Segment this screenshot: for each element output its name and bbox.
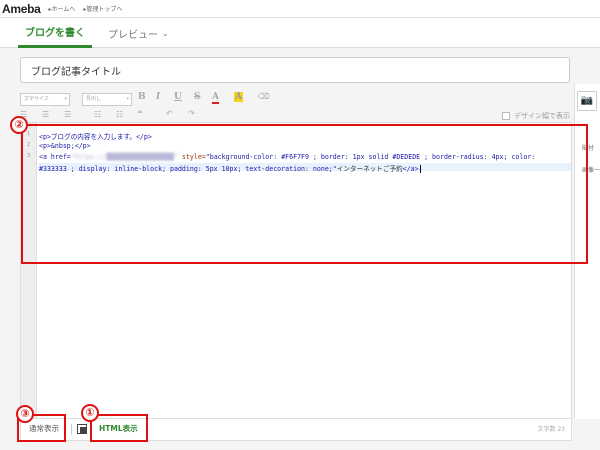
quote-icon[interactable]: ❝ bbox=[138, 109, 143, 118]
annotation-number-1: ① bbox=[81, 404, 99, 422]
char-count: 文字数 23 bbox=[537, 426, 565, 433]
chevron-down-icon: ▾ bbox=[64, 96, 67, 102]
underline-button[interactable]: U bbox=[174, 92, 182, 102]
font-size-select[interactable]: 文字サイズ ▾ bbox=[20, 93, 70, 106]
tab-preview[interactable]: プレビュー ⌄ bbox=[108, 18, 169, 48]
undo-icon[interactable]: ↶ bbox=[166, 109, 173, 118]
clear-format-icon[interactable]: ⌫ bbox=[258, 92, 269, 101]
tab-write-blog[interactable]: ブログを書く bbox=[18, 18, 92, 48]
bg-color-button[interactable]: A bbox=[234, 92, 243, 102]
strikethrough-button[interactable]: S bbox=[194, 92, 201, 102]
toggle-mode-icon[interactable] bbox=[77, 424, 87, 434]
ameba-logo[interactable]: Ameba bbox=[2, 2, 41, 16]
admin-top-link[interactable]: ▸管理トップへ bbox=[83, 4, 122, 13]
redo-icon[interactable]: ↷ bbox=[188, 109, 195, 118]
divider bbox=[71, 424, 72, 435]
blog-title-input[interactable] bbox=[20, 57, 570, 83]
tab-preview-label: プレビュー bbox=[108, 29, 158, 41]
editor-tabs: ブログを書く プレビュー ⌄ bbox=[0, 18, 600, 48]
design-width-checkbox[interactable] bbox=[502, 112, 510, 120]
align-right-icon[interactable]: ☰ bbox=[64, 110, 71, 119]
annotation-editor-box bbox=[21, 124, 588, 264]
font-size-label: 文字サイズ bbox=[24, 96, 49, 102]
camera-icon[interactable]: 📷 bbox=[577, 91, 597, 111]
annotation-number-2: ② bbox=[10, 116, 28, 134]
heading-select[interactable]: 見出し ▾ bbox=[82, 93, 132, 106]
chevron-down-icon: ⌄ bbox=[162, 28, 169, 38]
numbered-list-icon[interactable]: ☷ bbox=[116, 110, 123, 119]
design-width-label: デザイン幅で表示 bbox=[514, 112, 570, 120]
align-center-icon[interactable]: ☰ bbox=[42, 110, 49, 119]
bullet-list-icon[interactable]: ☷ bbox=[94, 110, 101, 119]
annotation-html-box bbox=[90, 414, 148, 442]
chevron-down-icon: ▾ bbox=[126, 96, 129, 102]
text-color-button[interactable]: A bbox=[212, 92, 219, 104]
bold-button[interactable]: B bbox=[138, 92, 146, 102]
annotation-number-3: ③ bbox=[16, 405, 34, 423]
format-toolbar: 文字サイズ ▾ 見出し ▾ B I U S A A ⌫ ☰ ☰ ☰ ☷ ☷ ❝ ↶ … bbox=[20, 90, 591, 122]
top-bar: Ameba ▸ホームへ ▸管理トップへ bbox=[0, 0, 600, 18]
home-link[interactable]: ▸ホームへ bbox=[49, 4, 76, 13]
heading-label: 見出し bbox=[86, 96, 102, 102]
italic-button[interactable]: I bbox=[156, 92, 160, 102]
